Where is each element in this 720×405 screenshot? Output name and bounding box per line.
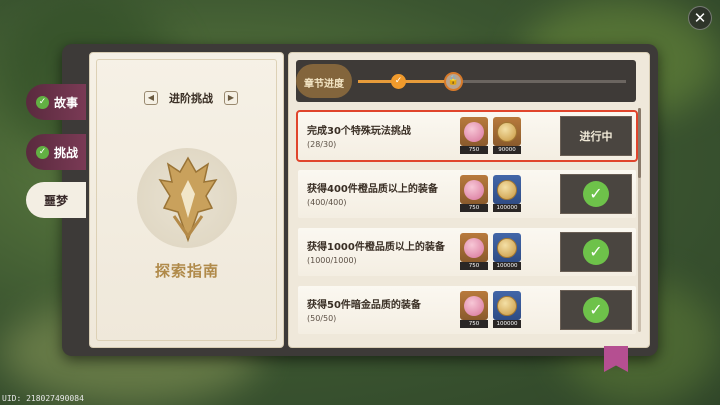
reward-item[interactable]: 750 [460,117,488,155]
tab-label: 挑战 [54,145,79,160]
status-completed: ✓ [560,290,632,330]
task-progress: (28/30) [307,140,337,149]
pink-gem-icon [464,295,484,316]
check-icon: ✓ [583,181,609,207]
dragon-emblem-icon [158,156,218,243]
reward-quantity: 100000 [493,320,521,328]
reward-item[interactable]: 100000 [493,233,521,271]
pink-gem-icon [464,237,484,258]
reward-item[interactable]: 750 [460,291,488,329]
pink-gem-icon [464,121,484,142]
task-progress: (400/400) [307,198,347,207]
status-completed: ✓ [560,232,632,272]
difficulty-selector: ◀ 进阶挑战 ▶ [144,88,238,108]
tab-nightmare[interactable]: 噩梦 [26,182,86,218]
status-in-progress: 进行中 [560,116,632,156]
task-title: 获得400件橙品质以上的装备 [307,184,438,195]
check-icon: ✓ [583,239,609,265]
task-progress: (50/50) [307,314,337,323]
task-row[interactable]: 获得400件橙品质以上的装备 (400/400) 750 100000 ✓ [298,170,636,218]
tab-story[interactable]: ✓ 故事 [26,84,86,120]
task-row[interactable]: 获得1000件橙品质以上的装备 (1000/1000) 750 100000 ✓ [298,228,636,276]
pink-gem-icon [464,179,484,200]
reward-quantity: 750 [460,204,488,212]
tab-challenge[interactable]: ✓ 挑战 [26,134,86,170]
reward-quantity: 100000 [493,204,521,212]
reward-quantity: 90000 [493,146,521,154]
user-id: UID: 218027490084 [2,394,84,403]
reward-quantity: 750 [460,146,488,154]
reward-item[interactable]: 90000 [493,117,521,155]
lock-icon[interactable]: 🔒 [444,72,463,91]
task-row[interactable]: 完成30个特殊玩法挑战 (28/30) 750 90000 进行中 [296,110,638,162]
gold-coin-icon [497,179,517,200]
reward-item[interactable]: 100000 [493,175,521,213]
check-icon: ✓ [36,95,49,109]
progress-node-completed[interactable]: ✓ [391,74,406,89]
task-progress: (1000/1000) [307,256,357,265]
reward-item[interactable]: 100000 [493,291,521,329]
close-button[interactable]: ✕ [688,6,712,30]
check-icon: ✓ [583,297,609,323]
tab-label: 故事 [54,95,79,110]
reward-item[interactable]: 750 [460,233,488,271]
task-row[interactable]: 获得50件暗金品质的装备 (50/50) 750 100000 ✓ [298,286,636,334]
guide-title: 探索指南 [154,262,219,280]
progress-label: 章节进度 [304,79,344,90]
task-title: 完成30个特殊玩法挑战 [307,126,411,137]
gold-coin-icon [497,121,517,142]
reward-quantity: 750 [460,262,488,270]
status-text: 进行中 [579,130,613,143]
gold-coin-icon [497,295,517,316]
tab-label: 噩梦 [44,193,69,208]
prev-arrow-button[interactable]: ◀ [144,91,158,105]
task-title: 获得1000件橙品质以上的装备 [307,242,445,253]
status-completed: ✓ [560,174,632,214]
next-arrow-button[interactable]: ▶ [224,91,238,105]
reward-quantity: 750 [460,320,488,328]
check-icon: ✓ [36,145,49,159]
reward-item[interactable]: 750 [460,175,488,213]
reward-quantity: 100000 [493,262,521,270]
gold-coin-icon [497,237,517,258]
difficulty-title: 进阶挑战 [169,92,213,105]
scrollbar-thumb[interactable] [638,108,641,178]
progress-track-fill [358,80,458,83]
task-title: 获得50件暗金品质的装备 [307,300,421,311]
